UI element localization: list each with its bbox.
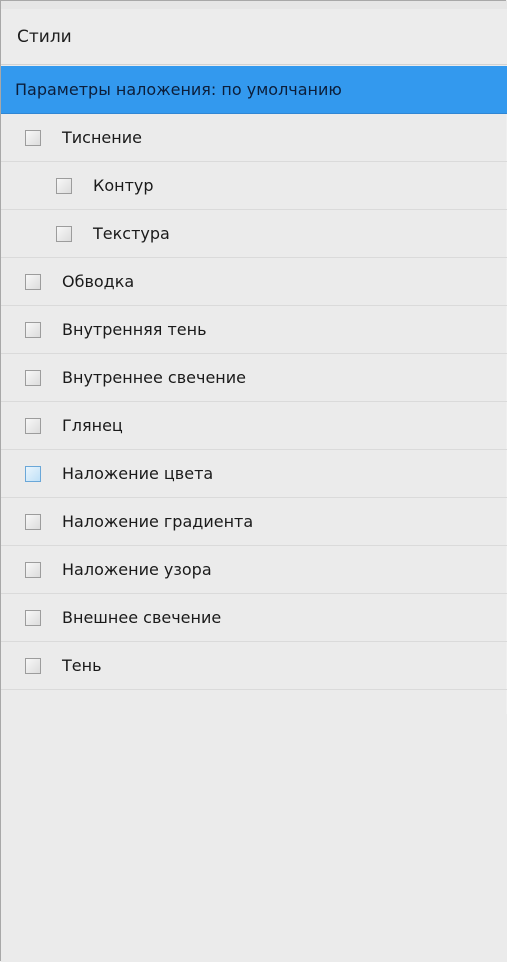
- style-item-bevel-emboss[interactable]: Тиснение: [1, 114, 507, 162]
- styles-list: Параметры наложения: по умолчанию Тиснен…: [1, 66, 507, 690]
- style-item-color-overlay[interactable]: Наложение цвета: [1, 450, 507, 498]
- outer-glow-checkbox[interactable]: [25, 609, 41, 626]
- color-overlay-checkbox[interactable]: [25, 465, 41, 482]
- style-item-label: Наложение цвета: [62, 464, 214, 483]
- drop-shadow-checkbox[interactable]: [25, 657, 41, 674]
- bevel-emboss-checkbox[interactable]: [25, 129, 41, 146]
- style-item-label: Глянец: [62, 416, 123, 435]
- texture-checkbox[interactable]: [56, 225, 72, 242]
- style-item-label: Текстура: [93, 224, 170, 243]
- style-item-satin[interactable]: Глянец: [1, 402, 507, 450]
- styles-header-label: Стили: [17, 26, 72, 47]
- style-item-inner-glow[interactable]: Внутреннее свечение: [1, 354, 507, 402]
- blending-options-item[interactable]: Параметры наложения: по умолчанию: [1, 66, 507, 114]
- style-item-label: Контур: [93, 176, 154, 195]
- style-item-contour[interactable]: Контур: [1, 162, 507, 210]
- style-item-gradient-overlay[interactable]: Наложение градиента: [1, 498, 507, 546]
- blending-options-label: Параметры наложения: по умолчанию: [15, 80, 342, 99]
- style-item-label: Тень: [62, 656, 102, 675]
- inner-glow-checkbox[interactable]: [25, 369, 41, 386]
- style-item-label: Наложение градиента: [62, 512, 254, 531]
- style-item-label: Внешнее свечение: [62, 608, 222, 627]
- style-item-label: Внутренняя тень: [62, 320, 207, 339]
- layer-styles-panel: Стили Параметры наложения: по умолчанию …: [0, 0, 507, 962]
- inner-shadow-checkbox[interactable]: [25, 321, 41, 338]
- contour-checkbox[interactable]: [56, 177, 72, 194]
- satin-checkbox[interactable]: [25, 417, 41, 434]
- style-item-texture[interactable]: Текстура: [1, 210, 507, 258]
- gradient-overlay-checkbox[interactable]: [25, 513, 41, 530]
- style-item-label: Обводка: [62, 272, 135, 291]
- style-item-label: Внутреннее свечение: [62, 368, 246, 387]
- style-item-label: Наложение узора: [62, 560, 212, 579]
- pattern-overlay-checkbox[interactable]: [25, 561, 41, 578]
- style-item-drop-shadow[interactable]: Тень: [1, 642, 507, 690]
- style-item-stroke[interactable]: Обводка: [1, 258, 507, 306]
- style-item-outer-glow[interactable]: Внешнее свечение: [1, 594, 507, 642]
- style-item-label: Тиснение: [62, 128, 142, 147]
- styles-header[interactable]: Стили: [1, 9, 507, 65]
- style-item-inner-shadow[interactable]: Внутренняя тень: [1, 306, 507, 354]
- stroke-checkbox[interactable]: [25, 273, 41, 290]
- empty-list-area: [1, 714, 507, 962]
- style-item-pattern-overlay[interactable]: Наложение узора: [1, 546, 507, 594]
